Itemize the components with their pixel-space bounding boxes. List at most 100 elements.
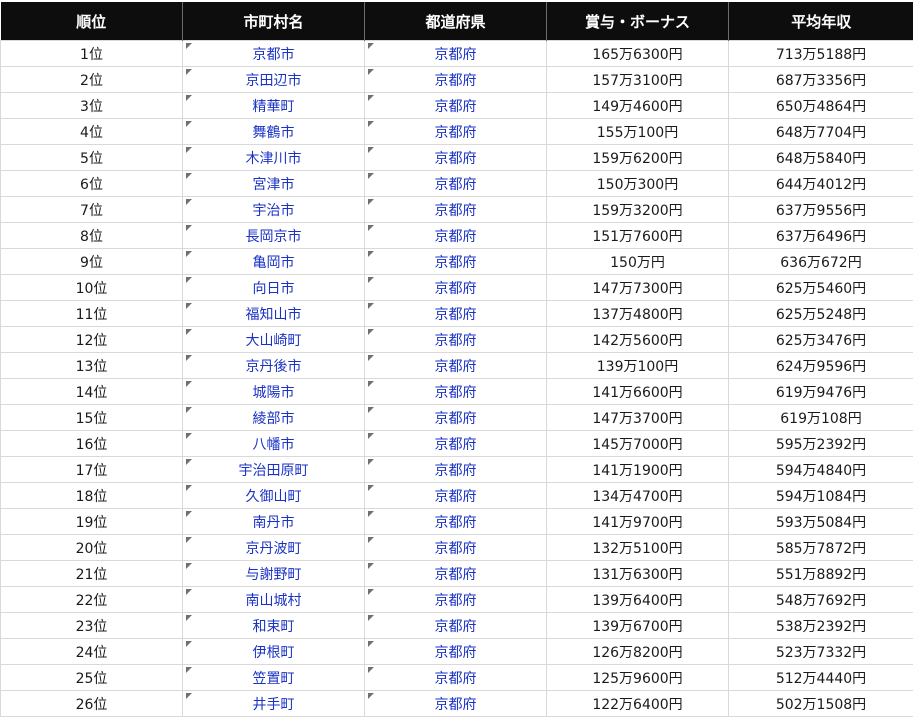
rank-cell: 8位: [0, 222, 183, 249]
municipality-link[interactable]: 和束町: [182, 612, 365, 639]
municipality-link[interactable]: 京丹後市: [182, 352, 365, 379]
rank-cell-text: 22位: [75, 592, 108, 609]
municipality-link[interactable]: 井手町: [182, 690, 365, 717]
municipality-link[interactable]: 伊根町: [182, 638, 365, 665]
prefecture-link[interactable]: 京都府: [364, 638, 547, 665]
link-corner-icon: [368, 277, 374, 283]
municipality-link-text: 精華町: [252, 98, 295, 115]
table-row: 11位 福知山市 京都府 137万4800円 625万5248円: [0, 300, 913, 327]
prefecture-link[interactable]: 京都府: [364, 144, 547, 171]
municipality-link-text: 宮津市: [252, 176, 295, 193]
prefecture-link[interactable]: 京都府: [364, 118, 547, 145]
rank-cell-text: 14位: [75, 384, 108, 401]
municipality-link[interactable]: 南山城村: [182, 586, 365, 613]
prefecture-link[interactable]: 京都府: [364, 612, 547, 639]
municipality-link[interactable]: 向日市: [182, 274, 365, 301]
link-corner-icon: [186, 485, 192, 491]
prefecture-link[interactable]: 京都府: [364, 92, 547, 119]
municipality-link[interactable]: 南丹市: [182, 508, 365, 535]
bonus-cell: 139万100円: [546, 352, 729, 379]
prefecture-link[interactable]: 京都府: [364, 560, 547, 587]
table-row: 15位 綾部市 京都府 147万3700円 619万108円: [0, 404, 913, 431]
rank-cell: 24位: [0, 638, 183, 665]
municipality-link-text: 綾部市: [252, 410, 295, 427]
prefecture-link[interactable]: 京都府: [364, 586, 547, 613]
bonus-cell-text: 141万6600円: [592, 384, 683, 401]
municipality-link[interactable]: 城陽市: [182, 378, 365, 405]
prefecture-link[interactable]: 京都府: [364, 482, 547, 509]
column-header-rank: 順位: [0, 2, 183, 41]
annual-income-cell-text: 648万5840円: [775, 150, 867, 167]
column-header-bonus: 賞与・ボーナス: [546, 2, 729, 41]
prefecture-link-text: 京都府: [434, 462, 477, 479]
prefecture-link-text: 京都府: [434, 228, 477, 245]
prefecture-link-text: 京都府: [434, 98, 477, 115]
prefecture-link[interactable]: 京都府: [364, 222, 547, 249]
prefecture-link[interactable]: 京都府: [364, 170, 547, 197]
municipality-link[interactable]: 久御山町: [182, 482, 365, 509]
municipality-link[interactable]: 亀岡市: [182, 248, 365, 275]
municipality-link[interactable]: 与謝野町: [182, 560, 365, 587]
rank-cell: 21位: [0, 560, 183, 587]
municipality-link-text: 南丹市: [252, 514, 295, 531]
prefecture-link[interactable]: 京都府: [364, 196, 547, 223]
prefecture-link[interactable]: 京都府: [364, 404, 547, 431]
link-corner-icon: [186, 615, 192, 621]
rank-cell: 14位: [0, 378, 183, 405]
table-row: 23位 和束町 京都府 139万6700円 538万2392円: [0, 612, 913, 639]
municipality-link[interactable]: 木津川市: [182, 144, 365, 171]
prefecture-link[interactable]: 京都府: [364, 352, 547, 379]
municipality-link[interactable]: 笠置町: [182, 664, 365, 691]
prefecture-link[interactable]: 京都府: [364, 508, 547, 535]
municipality-link[interactable]: 宇治市: [182, 196, 365, 223]
rank-cell-text: 8位: [80, 228, 103, 245]
municipality-link-text: 井手町: [252, 696, 295, 713]
table-row: 6位 宮津市 京都府 150万300円 644万4012円: [0, 170, 913, 197]
bonus-cell-text: 126万8200円: [592, 644, 683, 661]
bonus-cell-text: 159万6200円: [592, 150, 683, 167]
municipality-link[interactable]: 綾部市: [182, 404, 365, 431]
municipality-link[interactable]: 宇治田原町: [182, 456, 365, 483]
prefecture-link[interactable]: 京都府: [364, 534, 547, 561]
link-corner-icon: [368, 95, 374, 101]
municipality-link[interactable]: 長岡京市: [182, 222, 365, 249]
annual-income-cell-text: 625万5460円: [775, 280, 867, 297]
prefecture-link[interactable]: 京都府: [364, 248, 547, 275]
prefecture-link[interactable]: 京都府: [364, 326, 547, 353]
rank-cell: 26位: [0, 690, 183, 717]
bonus-cell-text: 141万1900円: [592, 462, 683, 479]
link-corner-icon: [186, 251, 192, 257]
municipality-link[interactable]: 福知山市: [182, 300, 365, 327]
rank-cell: 7位: [0, 196, 183, 223]
municipality-link[interactable]: 八幡市: [182, 430, 365, 457]
bonus-cell-text: 139万6700円: [592, 618, 683, 635]
table-row: 8位 長岡京市 京都府 151万7600円 637万6496円: [0, 222, 913, 249]
bonus-cell: 147万3700円: [546, 404, 729, 431]
prefecture-link[interactable]: 京都府: [364, 456, 547, 483]
prefecture-link[interactable]: 京都府: [364, 300, 547, 327]
prefecture-link[interactable]: 京都府: [364, 274, 547, 301]
municipality-link-text: 和束町: [252, 618, 295, 635]
rank-cell: 13位: [0, 352, 183, 379]
bonus-cell: 149万4600円: [546, 92, 729, 119]
municipality-link[interactable]: 精華町: [182, 92, 365, 119]
municipality-link[interactable]: 京田辺市: [182, 66, 365, 93]
prefecture-link-text: 京都府: [434, 124, 477, 141]
prefecture-link[interactable]: 京都府: [364, 664, 547, 691]
prefecture-link-text: 京都府: [434, 592, 477, 609]
prefecture-link[interactable]: 京都府: [364, 690, 547, 717]
municipality-link[interactable]: 宮津市: [182, 170, 365, 197]
municipality-link[interactable]: 大山崎町: [182, 326, 365, 353]
municipality-link[interactable]: 京都市: [182, 40, 365, 67]
annual-income-cell-text: 687万3356円: [775, 72, 867, 89]
prefecture-link[interactable]: 京都府: [364, 430, 547, 457]
municipality-link-text: 京丹後市: [245, 358, 302, 375]
prefecture-link-text: 京都府: [434, 410, 477, 427]
link-corner-icon: [368, 43, 374, 49]
prefecture-link[interactable]: 京都府: [364, 66, 547, 93]
prefecture-link[interactable]: 京都府: [364, 40, 547, 67]
municipality-link[interactable]: 京丹波町: [182, 534, 365, 561]
municipality-link[interactable]: 舞鶴市: [182, 118, 365, 145]
prefecture-link[interactable]: 京都府: [364, 378, 547, 405]
link-corner-icon: [186, 277, 192, 283]
